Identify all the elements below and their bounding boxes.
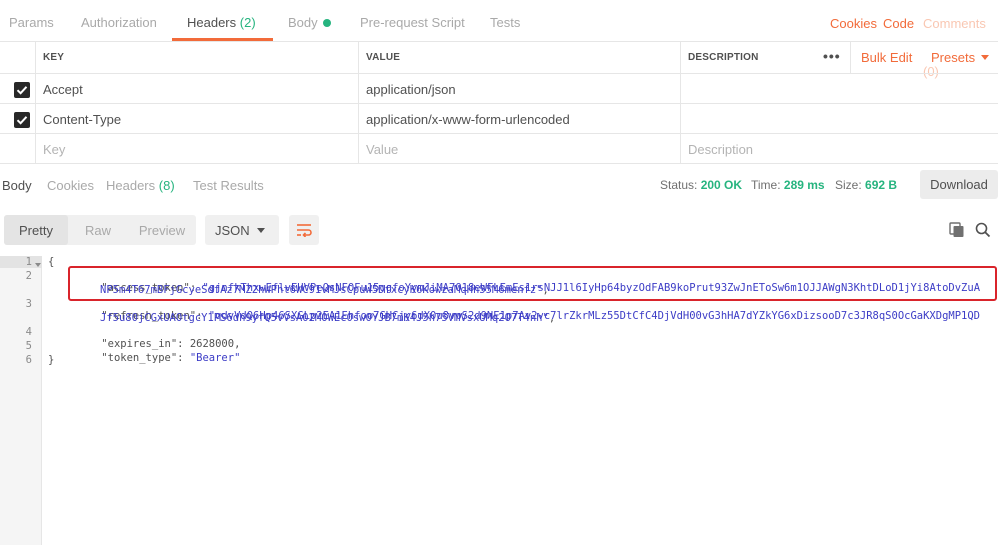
line-number-gutter: 1 2 3 4 5 6 — [0, 256, 42, 545]
tab-count: (2) — [239, 15, 256, 30]
line-number: 4 — [25, 326, 32, 338]
header-value-cell[interactable]: application/json — [358, 74, 680, 103]
active-tab-indicator — [172, 38, 273, 41]
row-checkbox[interactable] — [14, 112, 30, 128]
table-row-new: Key Value Description — [0, 134, 998, 164]
table-row: Content-Type application/x-www-form-urle… — [0, 104, 998, 134]
view-mode-group: Pretty Raw Preview — [4, 215, 196, 245]
status-label: Status: — [660, 178, 698, 192]
size-value: 692 B — [865, 178, 898, 192]
copy-icon[interactable] — [949, 222, 965, 238]
response-tab-body[interactable]: Body — [2, 164, 32, 208]
column-header-value: VALUE — [358, 42, 680, 73]
code-line: { — [48, 256, 55, 268]
code-line-token-type: "token_type": "Bearer" — [101, 352, 241, 364]
divider — [850, 42, 851, 73]
pretty-button[interactable]: Pretty — [4, 215, 68, 245]
json-key: "token_type" — [101, 352, 178, 364]
tab-pre-request-script[interactable]: Pre-request Script — [360, 0, 465, 41]
response-tab-headers[interactable]: Headers (8) — [106, 164, 175, 208]
tab-headers[interactable]: Headers (2) — [172, 0, 273, 41]
header-description-cell[interactable] — [680, 104, 998, 133]
new-key-input[interactable]: Key — [35, 134, 358, 163]
wrap-lines-button[interactable] — [289, 215, 319, 245]
line-number: 6 — [25, 354, 32, 366]
headers-table-header: KEY VALUE DESCRIPTION ••• Bulk Edit Pres… — [0, 42, 998, 74]
code-line-wrap: Jf5u80jCGxUAOtgcY1PS6dh9yfQ5vVsA02MOWEc0… — [100, 312, 556, 324]
column-header-description: DESCRIPTION — [680, 42, 815, 73]
new-value-input[interactable]: Value — [358, 134, 680, 163]
line-number: 5 — [25, 340, 32, 352]
header-key-cell[interactable]: Content-Type — [35, 104, 358, 133]
language-value: JSON — [215, 223, 250, 238]
tab-params[interactable]: Params — [9, 0, 54, 41]
chevron-down-icon — [981, 55, 990, 60]
tab-label: Body — [288, 15, 318, 30]
time-indicator: Time: 289 ms — [751, 164, 825, 206]
presets-label: Presets — [931, 50, 976, 65]
row-checkbox[interactable] — [14, 82, 30, 98]
table-row: Accept application/json — [0, 74, 998, 104]
check-icon — [16, 86, 28, 95]
header-value-cell[interactable]: application/x-www-form-urlencoded — [358, 104, 680, 133]
code-line: } — [48, 354, 55, 366]
raw-button[interactable]: Raw — [68, 215, 128, 245]
tab-tests[interactable]: Tests — [490, 0, 520, 41]
tab-authorization[interactable]: Authorization — [81, 0, 157, 41]
tab-label: Headers — [106, 178, 156, 193]
time-value: 289 ms — [783, 178, 825, 192]
chevron-down-icon — [257, 228, 265, 233]
header-description-cell[interactable] — [680, 74, 998, 103]
column-header-key: KEY — [35, 42, 358, 73]
tab-body[interactable]: Body — [288, 0, 331, 41]
header-key-cell[interactable]: Accept — [35, 74, 358, 103]
tab-label: Authorization — [81, 15, 157, 30]
modified-dot-icon — [322, 19, 331, 27]
download-button[interactable]: Download — [920, 170, 998, 199]
annotation-highlight-box — [68, 266, 997, 301]
wrap-lines-icon — [297, 224, 312, 237]
line-number: 2 — [25, 270, 32, 282]
request-tab-bar: Params Authorization Headers (2) Body Pr… — [0, 0, 998, 79]
language-select[interactable]: JSON — [205, 215, 279, 245]
tab-label: Tests — [490, 15, 521, 30]
more-options-icon[interactable]: ••• — [823, 48, 841, 64]
response-tab-cookies[interactable]: Cookies — [47, 164, 94, 208]
response-tab-bar: Body Cookies Headers (8) Test Results St… — [0, 164, 998, 204]
json-string: "Bearer" — [189, 352, 241, 364]
fold-toggle-icon[interactable] — [35, 263, 41, 267]
status-value: 200 OK — [700, 178, 743, 192]
tab-label: Headers — [187, 15, 237, 30]
code-link[interactable]: Code — [883, 0, 914, 48]
tab-label: Pre-request Script — [360, 15, 465, 30]
size-indicator: Size: 692 B — [835, 164, 897, 206]
size-label: Size: — [835, 178, 862, 192]
presets-dropdown[interactable]: Presets — [931, 42, 990, 73]
preview-button[interactable]: Preview — [128, 215, 196, 245]
status-indicator: Status: 200 OK — [660, 164, 742, 206]
response-tab-test-results[interactable]: Test Results — [193, 164, 264, 208]
json-string: Jf5u80jCGxUAOtgcY1PS6dh9yfQ5vVsA02MOWEc0… — [100, 312, 549, 324]
cookies-link[interactable]: Cookies — [830, 0, 877, 48]
bulk-edit-button[interactable]: Bulk Edit — [861, 42, 912, 73]
search-icon[interactable] — [975, 222, 991, 238]
time-label: Time: — [751, 178, 781, 192]
check-icon — [16, 116, 28, 125]
new-description-input[interactable]: Description — [680, 134, 998, 163]
line-number: 3 — [25, 298, 32, 310]
tab-count: (8) — [158, 178, 175, 193]
tab-label: Params — [9, 15, 54, 30]
